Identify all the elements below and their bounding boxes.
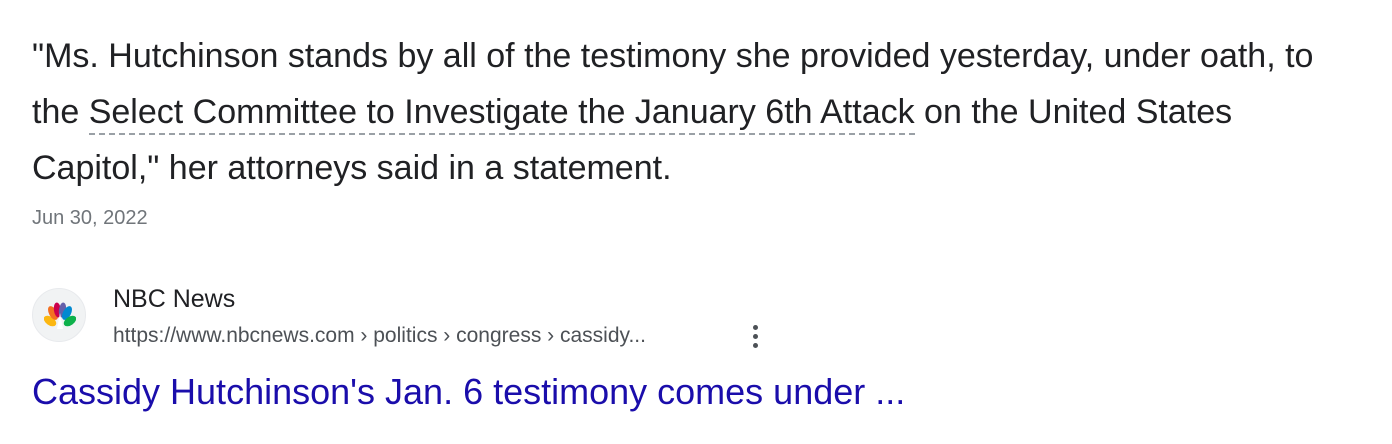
snippet-date: Jun 30, 2022: [32, 207, 148, 229]
result-title-link[interactable]: Cassidy Hutchinson's Jan. 6 testimony co…: [32, 370, 905, 414]
more-vert-icon[interactable]: [744, 322, 766, 352]
entity-link-select-committee[interactable]: Select Committee to Investigate the Janu…: [88, 93, 915, 135]
result-site-name[interactable]: NBC News: [113, 284, 235, 314]
search-result: NBC News https://www.nbcnews.com › polit…: [32, 282, 1032, 422]
nbc-peacock-icon[interactable]: [32, 288, 86, 342]
result-url-breadcrumb[interactable]: https://www.nbcnews.com › politics › con…: [113, 322, 646, 350]
featured-snippet-text: "Ms. Hutchinson stands by all of the tes…: [32, 28, 1352, 196]
